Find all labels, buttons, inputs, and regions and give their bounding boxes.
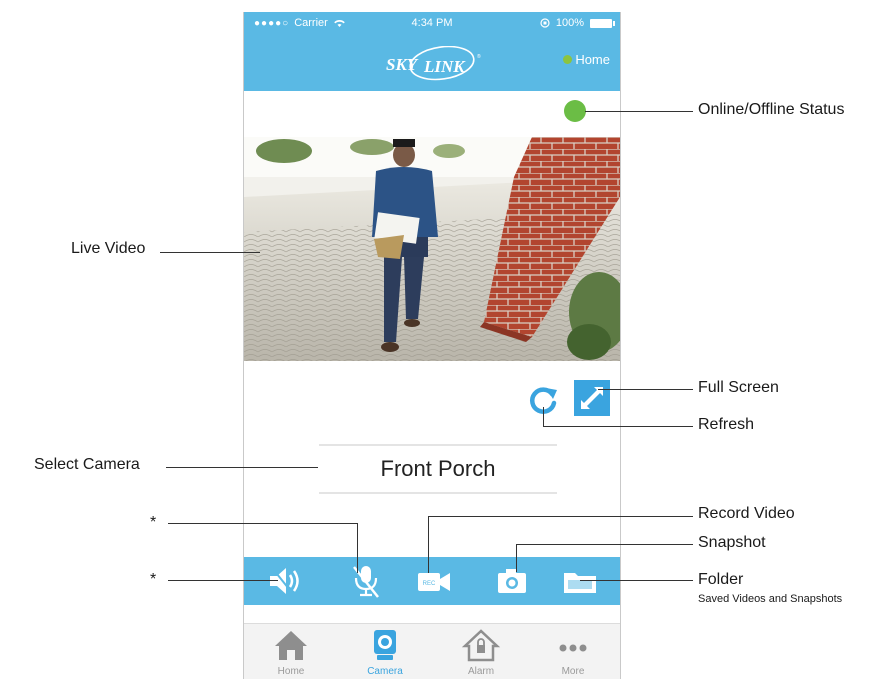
folder-icon[interactable] bbox=[560, 563, 600, 599]
tab-alarm-label: Alarm bbox=[467, 666, 495, 677]
home-mode-button[interactable]: Home bbox=[563, 52, 610, 67]
callout-line-refresh-v bbox=[543, 407, 544, 427]
tab-camera[interactable]: Camera bbox=[350, 628, 420, 678]
callout-line-star1-v bbox=[357, 523, 358, 573]
battery-icon bbox=[590, 18, 615, 28]
svg-text:®: ® bbox=[477, 53, 481, 60]
tab-camera-label: Camera bbox=[367, 666, 403, 677]
callout-line-star2 bbox=[168, 580, 278, 581]
online-status-indicator bbox=[564, 100, 586, 122]
svg-text:LINK: LINK bbox=[423, 57, 466, 76]
fullscreen-icon[interactable] bbox=[574, 380, 610, 416]
camera-toolbar: REC bbox=[244, 557, 620, 605]
callout-line-record-h bbox=[428, 516, 693, 517]
callout-line-record-v bbox=[428, 516, 429, 573]
callout-status: Online/Offline Status bbox=[698, 101, 845, 118]
tab-alarm[interactable]: Alarm bbox=[446, 628, 516, 678]
callout-star-speaker: * bbox=[150, 571, 157, 588]
skylink-logo: SKY LINK ® bbox=[386, 46, 481, 81]
mic-muted-icon[interactable] bbox=[346, 563, 386, 599]
callout-line-snapshot-h bbox=[516, 544, 693, 545]
camera-selector[interactable]: Front Porch bbox=[319, 444, 557, 494]
svg-text:REC: REC bbox=[423, 581, 436, 587]
callout-select-camera: Select Camera bbox=[34, 456, 140, 473]
phone-screen: ●●●●○ Carrier 4:34 PM 100% SKY LINK ® Ho… bbox=[243, 12, 621, 679]
tab-more[interactable]: More bbox=[538, 628, 608, 678]
callout-line-star1-h bbox=[168, 523, 358, 524]
camera-name: Front Porch bbox=[380, 456, 496, 481]
orientation-lock-icon bbox=[540, 18, 550, 28]
callout-line-refresh-h bbox=[543, 426, 693, 427]
callout-record-video: Record Video bbox=[698, 505, 795, 522]
callout-folder: Folder bbox=[698, 571, 744, 588]
home-mode-label: Home bbox=[575, 52, 610, 67]
snapshot-icon[interactable] bbox=[492, 563, 532, 599]
more-icon bbox=[559, 644, 587, 652]
svg-text:SKY: SKY bbox=[386, 55, 419, 74]
callout-line-select-camera bbox=[166, 467, 318, 468]
record-video-icon[interactable]: REC bbox=[414, 563, 454, 599]
callout-line-status bbox=[585, 111, 693, 112]
status-bar: ●●●●○ Carrier 4:34 PM 100% bbox=[244, 15, 620, 35]
callout-snapshot: Snapshot bbox=[698, 534, 766, 551]
callout-line-folder bbox=[580, 580, 693, 581]
mode-status-dot bbox=[563, 55, 573, 64]
live-video[interactable] bbox=[244, 137, 620, 361]
tab-home-label: Home bbox=[277, 666, 305, 677]
tab-home[interactable]: Home bbox=[256, 628, 326, 678]
callout-full-screen: Full Screen bbox=[698, 379, 779, 396]
tab-bar: Home Camera Alarm More bbox=[244, 623, 620, 679]
alarm-house-icon bbox=[461, 629, 501, 662]
callout-star-mic: * bbox=[150, 514, 157, 531]
callout-line-snapshot-v bbox=[516, 544, 517, 572]
speaker-icon[interactable] bbox=[266, 563, 306, 599]
callout-folder-sub: Saved Videos and Snapshots bbox=[698, 593, 843, 605]
callout-refresh: Refresh bbox=[698, 416, 755, 433]
home-icon bbox=[275, 631, 307, 660]
callout-line-fullscreen bbox=[598, 389, 693, 390]
tab-more-label: More bbox=[561, 666, 585, 677]
callout-live-video: Live Video bbox=[71, 240, 146, 257]
app-header: ●●●●○ Carrier 4:34 PM 100% SKY LINK ® Ho… bbox=[244, 12, 620, 91]
battery-percent: 100% bbox=[555, 17, 584, 29]
callout-line-live-video bbox=[160, 252, 260, 253]
camera-icon bbox=[374, 630, 396, 660]
